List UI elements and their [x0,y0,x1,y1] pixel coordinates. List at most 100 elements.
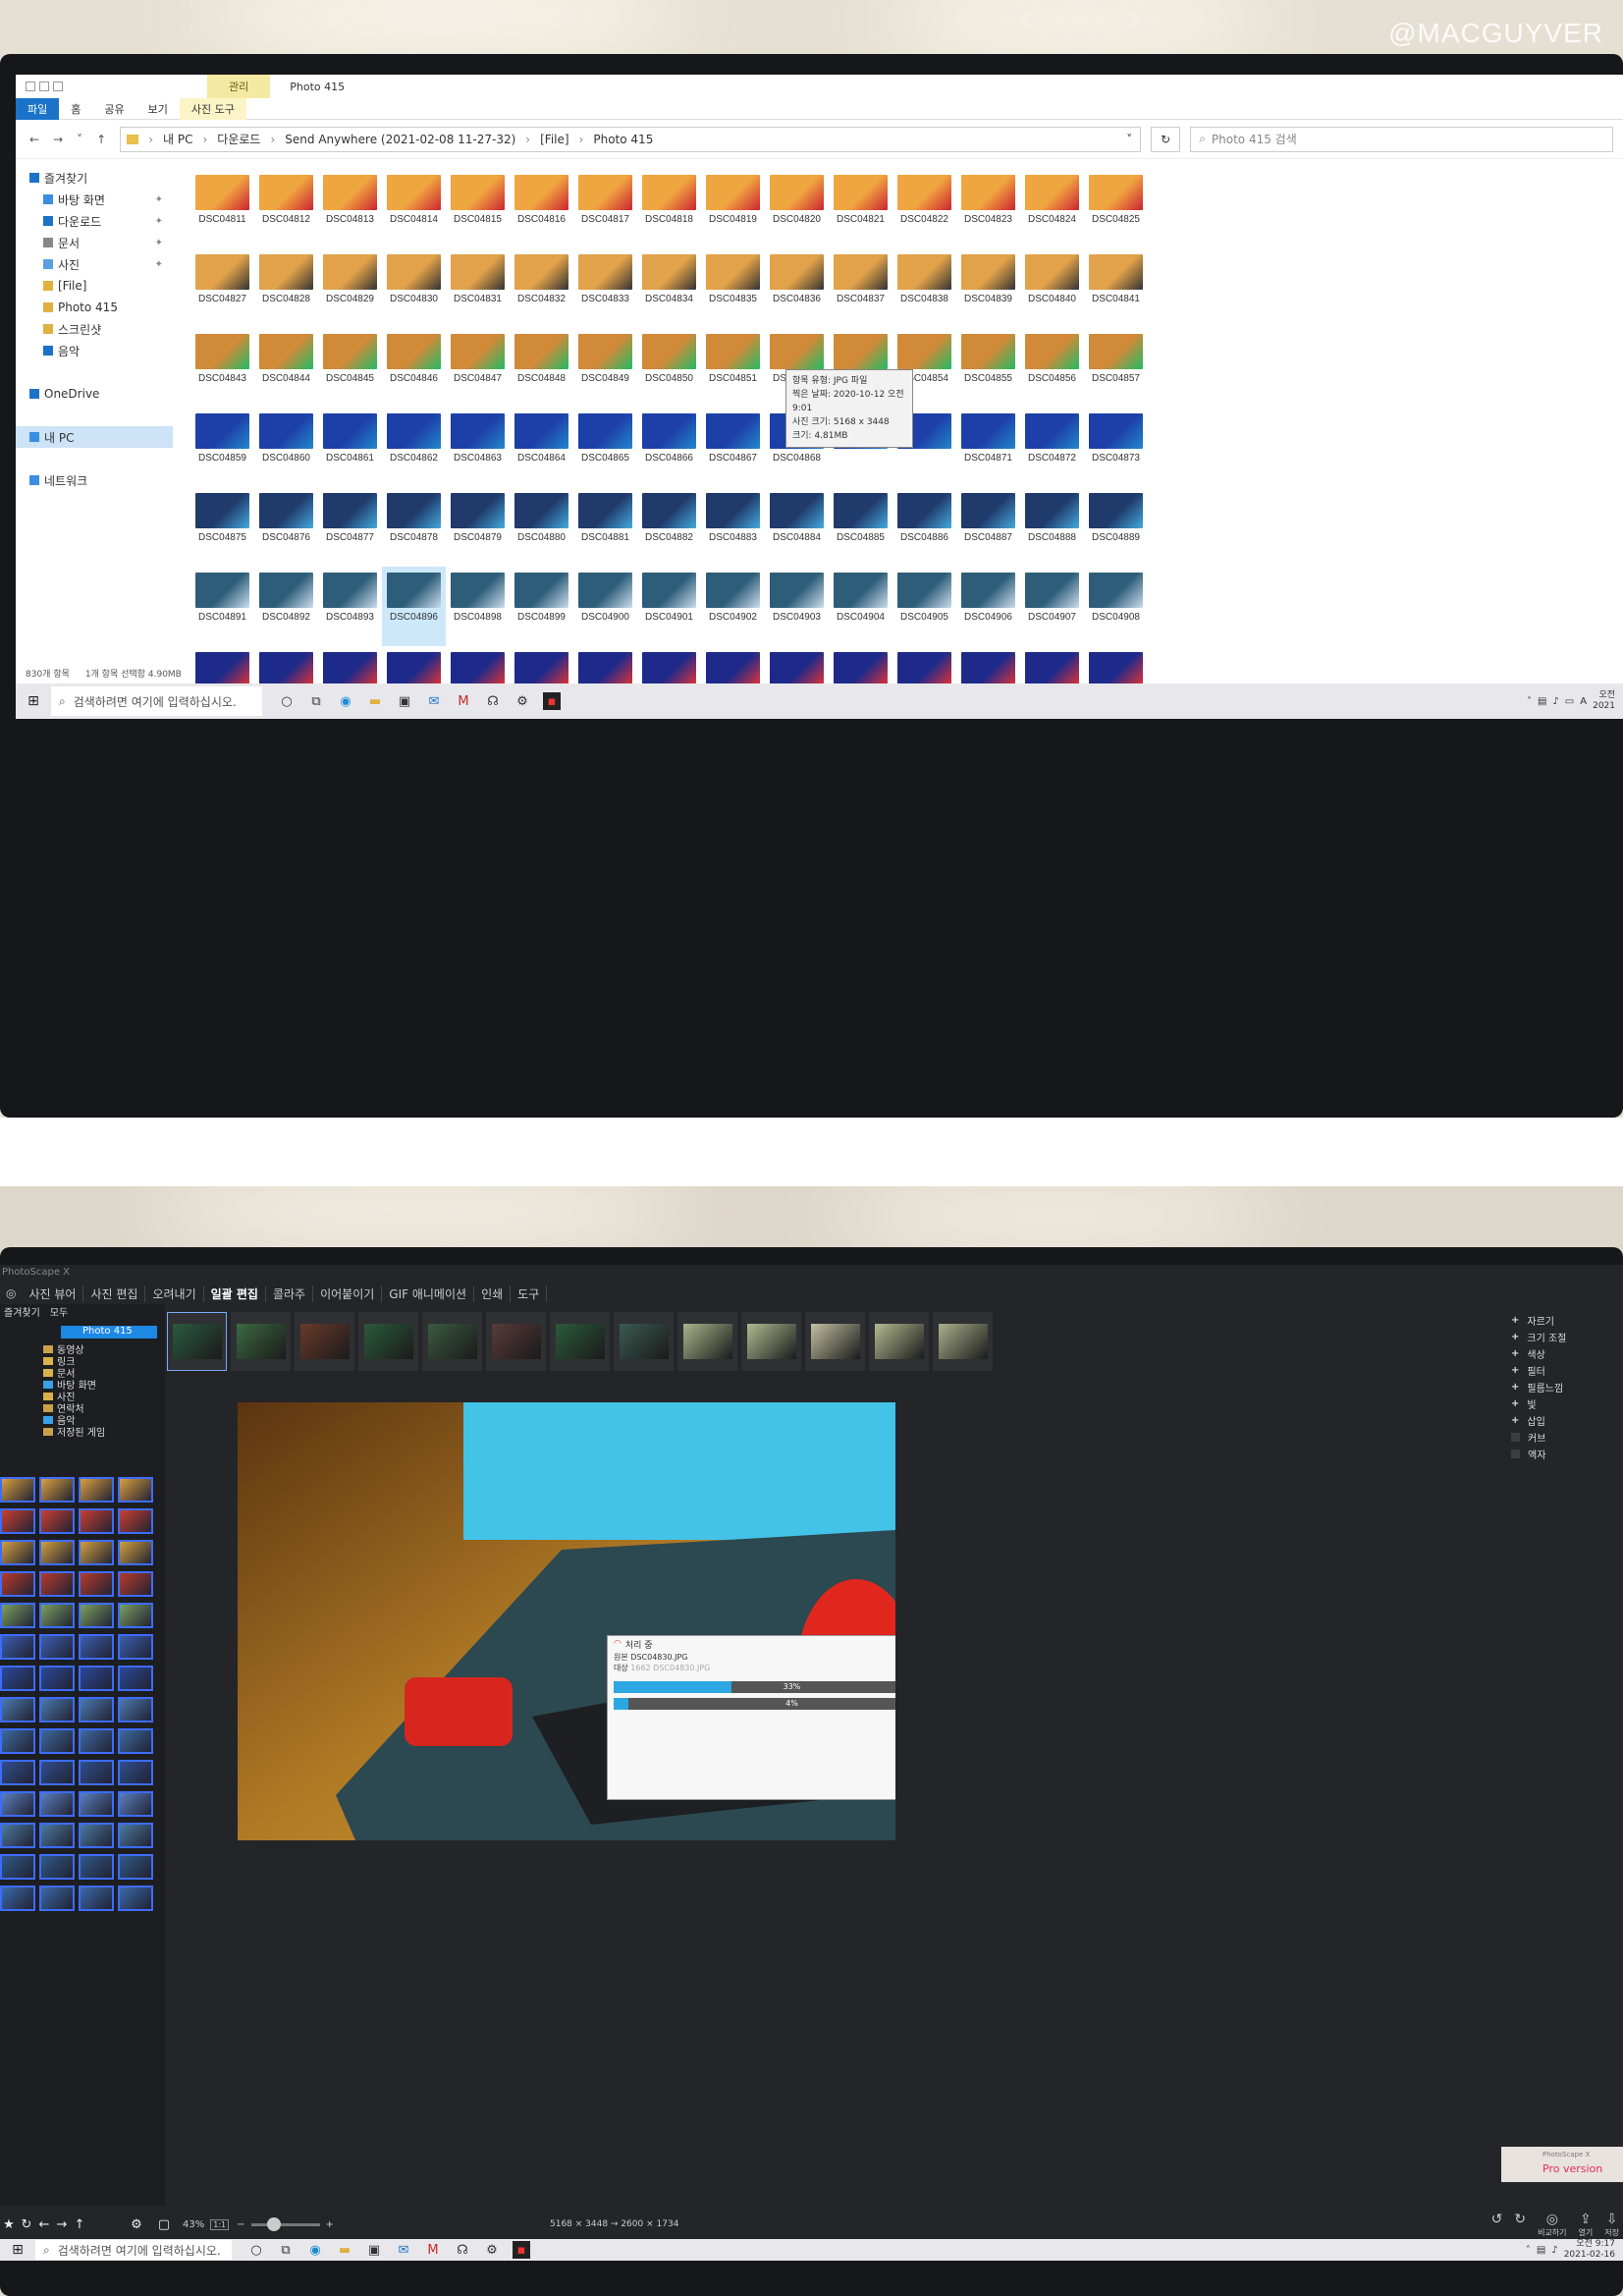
edit-option[interactable]: + 크기 조절 [1501,1329,1623,1345]
chevron-up-icon[interactable]: ˄ [1527,696,1532,707]
mcafee-icon[interactable]: M [455,692,472,710]
cortana-icon[interactable]: ○ [247,2241,265,2259]
zoom-out-icon[interactable]: − [237,2219,244,2230]
thumbnail[interactable] [79,1728,114,1754]
nav-item[interactable]: 문서 ✦ [16,232,173,253]
menu-item[interactable]: 이어붙이기 [313,1285,383,1302]
chevron-down-icon[interactable]: ˅ [1126,133,1132,146]
file-item[interactable]: DSC04867 [701,408,765,487]
volume-icon[interactable]: ♪ [1552,696,1558,707]
thumbnail[interactable] [79,1634,114,1660]
file-item[interactable]: DSC04860 [254,408,318,487]
edit-option[interactable]: 커브 [1501,1429,1623,1446]
rotate-right-button[interactable]: ↻ [1514,2212,1526,2238]
thumbnail[interactable] [118,1728,153,1754]
back-icon[interactable]: ← [35,2217,53,2232]
thumbnail[interactable] [39,1791,75,1817]
task-view-icon[interactable]: ⧉ [307,692,325,710]
filmstrip-item[interactable] [933,1312,993,1371]
nav-item[interactable]: 스크린샷 [16,318,173,340]
filmstrip-item[interactable] [422,1312,482,1371]
file-item[interactable]: DSC04848 [510,328,573,408]
file-item[interactable]: DSC04816 [510,169,573,248]
edit-option[interactable]: + 삽입 [1501,1412,1623,1429]
thumbnail[interactable] [39,1666,75,1691]
file-item[interactable]: DSC04832 [510,248,573,328]
file-explorer-icon[interactable]: ▬ [366,692,384,710]
file-item[interactable]: DSC04888 [1020,487,1084,567]
thumbnail[interactable] [0,1728,35,1754]
forward-icon[interactable]: → [53,133,63,146]
thumbnail[interactable] [39,1886,75,1911]
thumbnail[interactable] [39,1760,75,1785]
thumbnail[interactable] [118,1603,153,1628]
cortana-icon[interactable]: ○ [278,692,296,710]
file-item[interactable]: DSC04889 [1084,487,1148,567]
checkbox[interactable] [1511,1433,1520,1442]
edit-option[interactable]: 액자 [1501,1446,1623,1462]
nav-item[interactable]: 다운로드 ✦ [16,210,173,232]
breadcrumb-item[interactable]: 내 PC [163,131,192,147]
edit-option[interactable]: + 자르기 [1501,1312,1623,1329]
thumbnail[interactable] [0,1571,35,1597]
pro-version-badge[interactable]: PhotoScape X Pro version [1501,2147,1623,2182]
thumbnail[interactable] [118,1508,153,1534]
checkbox[interactable] [1511,1449,1520,1458]
file-item[interactable]: DSC04837 [829,248,893,328]
file-item[interactable]: DSC04879 [446,487,510,567]
file-item[interactable]: DSC04829 [318,248,382,328]
store-icon[interactable]: ▣ [365,2241,383,2259]
zoom-slider[interactable] [250,2216,320,2231]
file-item[interactable]: DSC04904 [829,567,893,646]
filmstrip-item[interactable] [486,1312,546,1371]
file-explorer-icon[interactable]: ▬ [336,2241,353,2259]
file-item[interactable]: DSC04834 [637,248,701,328]
thumbnail[interactable] [0,1666,35,1691]
file-item[interactable]: DSC04817 [573,169,637,248]
edit-option[interactable]: + 필터 [1501,1362,1623,1379]
thumbnail[interactable] [118,1477,153,1503]
mcafee-icon[interactable]: M [424,2241,442,2259]
menu-item[interactable]: 인쇄 [474,1285,512,1302]
file-item[interactable]: DSC04883 [701,487,765,567]
file-item[interactable]: DSC04898 [446,567,510,646]
filmstrip-item[interactable] [295,1312,354,1371]
file-item[interactable]: DSC04907 [1020,567,1084,646]
edge-icon[interactable]: ◉ [306,2241,324,2259]
photoscape-icon[interactable]: ▪ [513,2241,530,2259]
file-item[interactable]: DSC04880 [510,487,573,567]
nav-item[interactable]: 네트워크 [16,469,173,491]
open-button[interactable]: ⇪ 열기 [1579,2212,1594,2238]
file-item[interactable]: DSC04811 [190,169,254,248]
file-item[interactable]: DSC04836 [765,248,829,328]
mail-icon[interactable]: ✉ [425,692,443,710]
thumbnail[interactable] [79,1791,114,1817]
breadcrumb-item[interactable]: [File] [540,133,568,146]
file-item[interactable]: DSC04812 [254,169,318,248]
filmstrip-item[interactable] [869,1312,929,1371]
up-icon[interactable]: ↑ [96,133,106,146]
thumbnail[interactable] [79,1571,114,1597]
refresh-icon[interactable]: ↻ [18,2217,35,2232]
file-item[interactable]: DSC04866 [637,408,701,487]
thumbnail[interactable] [39,1477,75,1503]
nav-item[interactable]: 즐겨찾기 [16,167,173,189]
filmstrip-item[interactable] [614,1312,674,1371]
file-item[interactable]: DSC04846 [382,328,446,408]
compare-button[interactable]: ◎ 비교하기 [1538,2212,1566,2238]
windows-start-icon[interactable]: ⊞ [0,2242,35,2258]
thumbnail[interactable] [39,1634,75,1660]
file-item[interactable]: DSC04844 [254,328,318,408]
file-item[interactable]: DSC04856 [1020,328,1084,408]
ime-indicator[interactable]: A [1580,696,1587,707]
filmstrip-item[interactable] [805,1312,865,1371]
tree-item[interactable]: 저장된 게임 [43,1424,105,1439]
file-item[interactable]: DSC04821 [829,169,893,248]
file-item[interactable]: DSC04838 [893,248,956,328]
file-item[interactable]: DSC04903 [765,567,829,646]
thumbnail[interactable] [79,1697,114,1722]
filmstrip-item[interactable] [231,1312,291,1371]
menu-item[interactable]: 일괄 편집 [204,1285,266,1302]
forward-icon[interactable]: → [53,2217,71,2232]
file-item[interactable]: DSC04815 [446,169,510,248]
